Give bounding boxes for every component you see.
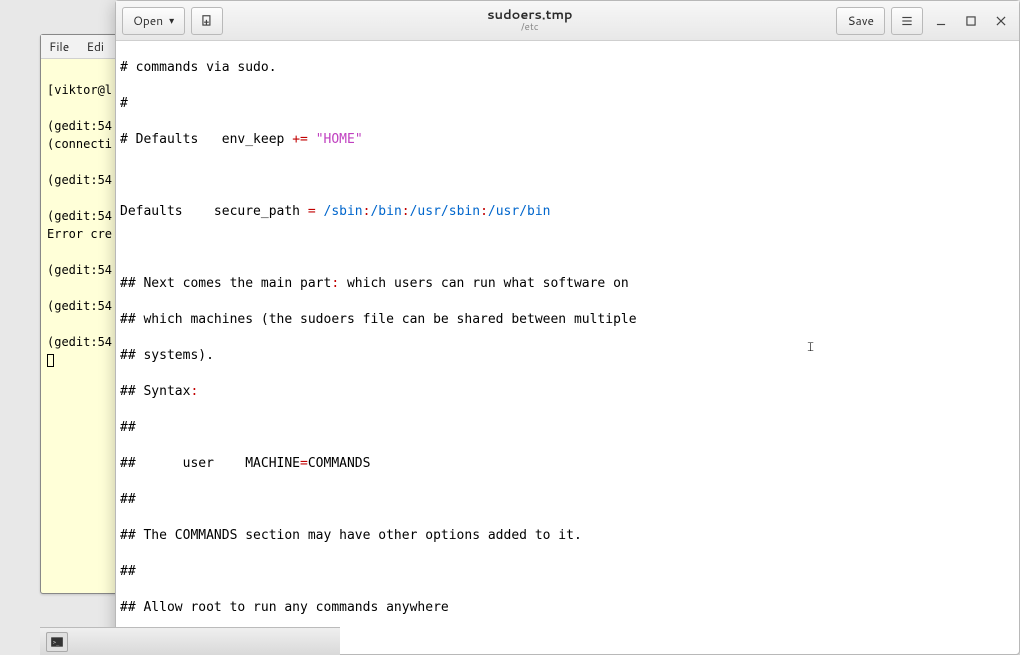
code-line	[120, 239, 1015, 257]
terminal-line: (gedit:54	[47, 173, 112, 187]
open-button[interactable]: Open ▾	[122, 7, 185, 35]
taskbar-terminal-button[interactable]: >_	[46, 632, 68, 652]
code-line: ## systems).	[120, 347, 1015, 365]
save-button[interactable]: Save	[836, 7, 885, 35]
taskbar: >_	[40, 627, 340, 655]
code-line: ## The COMMANDS section may have other o…	[120, 527, 1015, 545]
code-line: # commands via sudo.	[120, 59, 1015, 77]
gedit-window: Open ▾ sudoers.tmp /etc Save	[115, 0, 1020, 655]
text-editor[interactable]: # commands via sudo. # # Defaults env_ke…	[116, 41, 1019, 654]
hamburger-menu-button[interactable]	[891, 7, 923, 35]
code-line: Defaults secure_path = /sbin:/bin:/usr/s…	[120, 203, 1015, 221]
chevron-down-icon: ▾	[169, 14, 174, 28]
hamburger-icon	[900, 14, 914, 28]
maximize-icon	[964, 14, 978, 28]
terminal-line: (connecti	[47, 137, 112, 151]
window-maximize-button[interactable]	[959, 9, 983, 33]
code-line: ## which machines (the sudoers file can …	[120, 311, 1015, 329]
title-area: sudoers.tmp /etc	[229, 8, 830, 33]
window-minimize-button[interactable]	[929, 9, 953, 33]
terminal-line: (gedit:54	[47, 119, 112, 133]
svg-text:>_: >_	[53, 639, 60, 645]
code-line: ## user MACHINE=COMMANDS	[120, 455, 1015, 473]
document-subtitle: /etc	[229, 22, 830, 33]
close-icon	[994, 14, 1008, 28]
code-line: ## Syntax:	[120, 383, 1015, 401]
terminal-line: Error cre	[47, 227, 112, 241]
terminal-line: (gedit:54	[47, 209, 112, 223]
code-line	[120, 167, 1015, 185]
terminal-cursor	[47, 354, 54, 367]
code-line: ## Next comes the main part: which users…	[120, 275, 1015, 293]
terminal-prompt: [viktor@l	[47, 83, 112, 97]
code-line: #	[120, 95, 1015, 113]
menu-edit[interactable]: Edi	[86, 38, 104, 55]
terminal-line: (gedit:54	[47, 335, 112, 349]
new-document-icon	[200, 14, 214, 28]
menu-file[interactable]: File	[49, 38, 69, 55]
code-line: ## Allow root to run any commands anywhe…	[120, 599, 1015, 617]
terminal-line: (gedit:54	[47, 299, 112, 313]
terminal-line: (gedit:54	[47, 263, 112, 277]
code-line: ##	[120, 419, 1015, 437]
save-button-label: Save	[847, 12, 874, 29]
code-line: # Defaults env_keep += "HOME"	[120, 131, 1015, 149]
open-button-label: Open	[133, 12, 163, 29]
window-close-button[interactable]	[989, 9, 1013, 33]
code-line: ##	[120, 563, 1015, 581]
code-line: ##	[120, 491, 1015, 509]
headerbar: Open ▾ sudoers.tmp /etc Save	[116, 1, 1019, 41]
minimize-icon	[934, 14, 948, 28]
terminal-icon: >_	[50, 635, 64, 649]
new-tab-button[interactable]	[191, 7, 223, 35]
